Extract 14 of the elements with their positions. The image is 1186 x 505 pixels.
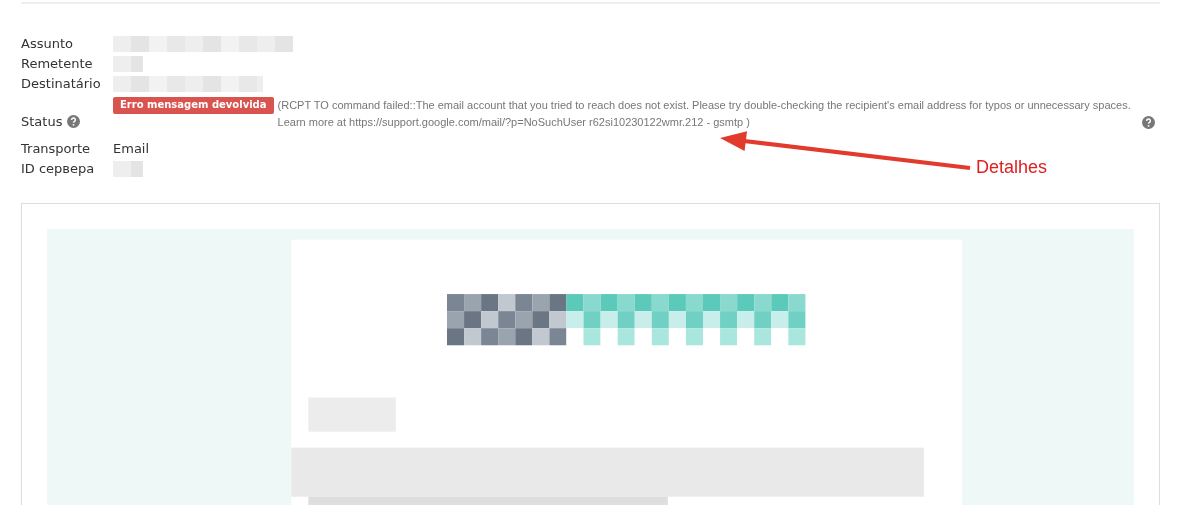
help-icon[interactable] xyxy=(1141,116,1155,129)
field-value: Email xyxy=(113,140,151,158)
field-label: Transporte xyxy=(21,140,91,158)
redacted-text xyxy=(113,161,143,177)
status-badge: Erro mensagem devolvida xyxy=(113,97,274,114)
status-details: (RCPT TO command failed::The email account that you tried to reach does not exist. Please try double-checking the recipient's email address for typos or unnecessary spaces. Learn more at https://support.google.com/mail/?p=NoSuchUser r62si10230122wmr.212 - gsmtp ) xyxy=(277,98,1132,130)
field-label: Remetente xyxy=(21,55,94,73)
field-label: Assunto xyxy=(21,35,74,53)
field-label: Destinatário xyxy=(21,75,102,93)
field-label: ID сервера xyxy=(21,160,96,178)
redacted-text xyxy=(113,56,143,72)
help-icon[interactable] xyxy=(67,115,81,128)
field-label: Status xyxy=(21,112,63,131)
annotation-label: Detalhes xyxy=(976,157,1048,178)
